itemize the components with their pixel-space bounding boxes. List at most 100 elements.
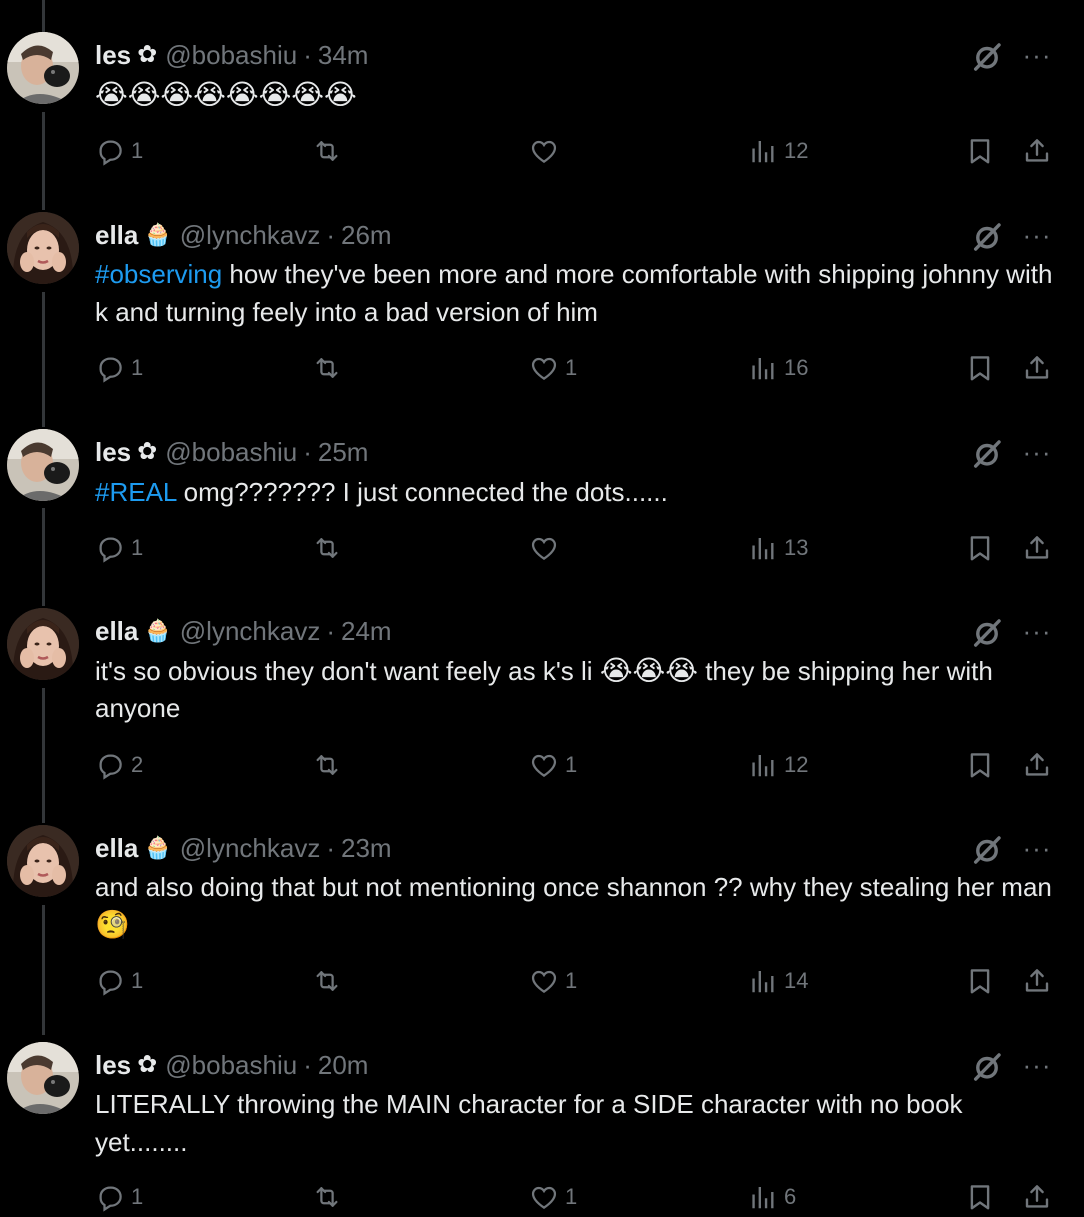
views-count: 16 bbox=[784, 355, 809, 380]
reply-button[interactable]: 1 bbox=[95, 131, 143, 171]
avatar[interactable] bbox=[7, 32, 79, 104]
tweet[interactable]: ella 🧁 @lynchkavz · 24m ··· it's so obvi… bbox=[0, 608, 1084, 785]
more-icon[interactable]: ··· bbox=[1020, 437, 1054, 471]
views-button[interactable]: 16 bbox=[748, 348, 808, 388]
bookmark-button[interactable] bbox=[965, 528, 995, 568]
display-name[interactable]: les bbox=[95, 40, 131, 71]
handle[interactable]: @bobashiu bbox=[165, 40, 297, 71]
bookmark-button[interactable] bbox=[965, 961, 995, 1001]
views-button[interactable]: 12 bbox=[748, 745, 808, 785]
reply-count: 1 bbox=[131, 355, 144, 380]
more-icon[interactable]: ··· bbox=[1020, 220, 1054, 254]
avatar[interactable] bbox=[7, 608, 79, 680]
tweet[interactable]: ella 🧁 @lynchkavz · 23m ··· and also doi… bbox=[0, 825, 1084, 1001]
like-button[interactable] bbox=[529, 131, 565, 171]
grok-icon[interactable] bbox=[970, 437, 1004, 471]
tweet-body: omg??????? I just connected the dots....… bbox=[176, 477, 668, 507]
like-button[interactable]: 1 bbox=[529, 961, 577, 1001]
handle[interactable]: @lynchkavz bbox=[180, 833, 321, 864]
views-button[interactable]: 14 bbox=[748, 961, 808, 1001]
more-icon[interactable]: ··· bbox=[1020, 833, 1054, 867]
grok-icon[interactable] bbox=[970, 40, 1004, 74]
more-icon[interactable]: ··· bbox=[1020, 1050, 1054, 1084]
avatar[interactable] bbox=[7, 1042, 79, 1114]
bookmark-button[interactable] bbox=[965, 348, 995, 388]
more-icon[interactable]: ··· bbox=[1020, 40, 1054, 74]
bookmark-button[interactable] bbox=[965, 745, 995, 785]
reply-icon bbox=[95, 966, 125, 996]
views-icon bbox=[748, 353, 778, 383]
avatar-les-image bbox=[7, 1042, 79, 1114]
handle[interactable]: @lynchkavz bbox=[180, 616, 321, 647]
retweet-button[interactable] bbox=[312, 745, 348, 785]
hashtag-link[interactable]: #observing bbox=[95, 259, 222, 289]
retweet-button[interactable] bbox=[312, 528, 348, 568]
timestamp[interactable]: 20m bbox=[318, 1050, 369, 1081]
grok-icon[interactable] bbox=[970, 833, 1004, 867]
retweet-button[interactable] bbox=[312, 348, 348, 388]
separator: · bbox=[326, 615, 336, 646]
reply-button[interactable]: 2 bbox=[95, 745, 143, 785]
share-button[interactable] bbox=[1022, 745, 1052, 785]
bookmark-icon bbox=[965, 136, 995, 166]
reply-button[interactable]: 1 bbox=[95, 348, 143, 388]
share-button[interactable] bbox=[1022, 1177, 1052, 1217]
retweet-button[interactable] bbox=[312, 1177, 348, 1217]
separator: · bbox=[326, 832, 336, 863]
display-name[interactable]: les bbox=[95, 437, 131, 468]
retweet-button[interactable] bbox=[312, 131, 348, 171]
handle[interactable]: @bobashiu bbox=[165, 437, 297, 468]
views-button[interactable]: 12 bbox=[748, 131, 808, 171]
tweet[interactable]: les ✿ @bobashiu · 20m ··· LITERALLY thro… bbox=[0, 1042, 1084, 1217]
hashtag-link[interactable]: #REAL bbox=[95, 477, 176, 507]
tweet[interactable]: les ✿ @bobashiu · 25m ··· #REAL omg?????… bbox=[0, 429, 1084, 568]
tweet[interactable]: les ✿ @bobashiu · 34m ··· 😭😭😭😭😭😭😭😭 1 12 bbox=[0, 32, 1084, 171]
views-icon bbox=[748, 750, 778, 780]
retweet-button[interactable] bbox=[312, 961, 348, 1001]
avatar[interactable] bbox=[7, 212, 79, 284]
share-button[interactable] bbox=[1022, 131, 1052, 171]
retweet-icon bbox=[312, 353, 342, 383]
timestamp[interactable]: 34m bbox=[318, 40, 369, 71]
display-name[interactable]: ella bbox=[95, 616, 138, 647]
share-button[interactable] bbox=[1022, 961, 1052, 1001]
share-button[interactable] bbox=[1022, 528, 1052, 568]
reply-button[interactable]: 1 bbox=[95, 528, 143, 568]
reply-count: 1 bbox=[131, 138, 144, 163]
reply-icon bbox=[95, 1182, 125, 1212]
handle[interactable]: @lynchkavz bbox=[180, 220, 321, 251]
like-button[interactable]: 1 bbox=[529, 745, 577, 785]
grok-icon[interactable] bbox=[970, 220, 1004, 254]
heart-icon bbox=[529, 136, 559, 166]
share-button[interactable] bbox=[1022, 348, 1052, 388]
bookmark-button[interactable] bbox=[965, 131, 995, 171]
views-count: 14 bbox=[784, 968, 809, 993]
timestamp[interactable]: 24m bbox=[341, 616, 392, 647]
avatar[interactable] bbox=[7, 429, 79, 501]
avatar[interactable] bbox=[7, 825, 79, 897]
like-button[interactable] bbox=[529, 528, 565, 568]
timestamp[interactable]: 25m bbox=[318, 437, 369, 468]
reply-count: 1 bbox=[131, 1184, 144, 1209]
like-button[interactable]: 1 bbox=[529, 1177, 577, 1217]
like-button[interactable]: 1 bbox=[529, 348, 577, 388]
tweet-text: it's so obvious they don't want feely as… bbox=[95, 652, 1055, 727]
timestamp[interactable]: 23m bbox=[341, 833, 392, 864]
grok-icon[interactable] bbox=[970, 1050, 1004, 1084]
reply-icon bbox=[95, 533, 125, 563]
handle[interactable]: @bobashiu bbox=[165, 1050, 297, 1081]
display-name[interactable]: les bbox=[95, 1050, 131, 1081]
more-icon[interactable]: ··· bbox=[1020, 616, 1054, 650]
reply-button[interactable]: 1 bbox=[95, 1177, 143, 1217]
display-name[interactable]: ella bbox=[95, 833, 138, 864]
bookmark-icon bbox=[965, 353, 995, 383]
display-name[interactable]: ella bbox=[95, 220, 138, 251]
views-button[interactable]: 13 bbox=[748, 528, 808, 568]
timestamp[interactable]: 26m bbox=[341, 220, 392, 251]
views-button[interactable]: 6 bbox=[748, 1177, 796, 1217]
grok-icon[interactable] bbox=[970, 616, 1004, 650]
tweet-text: LITERALLY throwing the MAIN character fo… bbox=[95, 1086, 1055, 1161]
tweet[interactable]: ella 🧁 @lynchkavz · 26m ··· #observing h… bbox=[0, 212, 1084, 388]
reply-button[interactable]: 1 bbox=[95, 961, 143, 1001]
bookmark-button[interactable] bbox=[965, 1177, 995, 1217]
